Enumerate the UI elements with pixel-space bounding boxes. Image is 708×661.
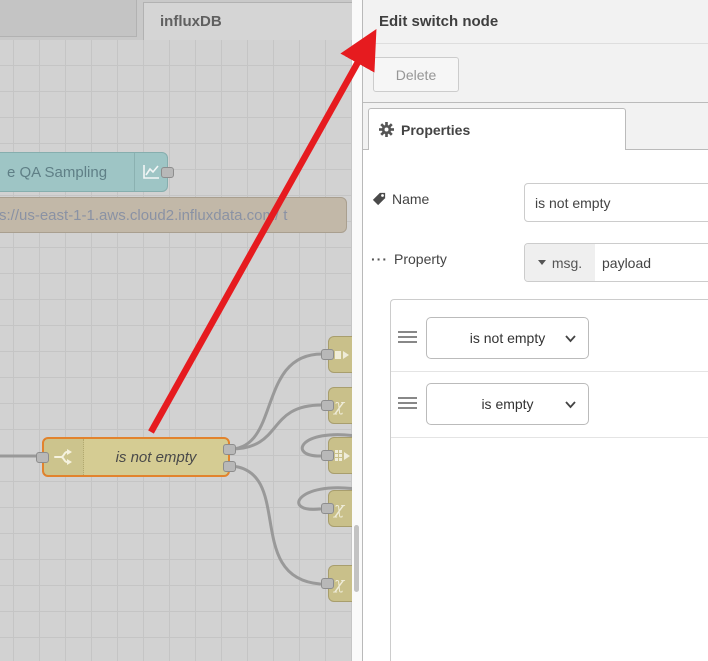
panel-tabbar: Properties <box>363 103 708 150</box>
panel-title: Edit switch node <box>379 13 499 30</box>
panel-content: Name is not empty ··· Property msg. payl… <box>363 150 708 661</box>
chi-icon: χ <box>334 395 345 416</box>
switch-node-output-port-2[interactable] <box>223 461 236 472</box>
chart-node-output-port[interactable] <box>161 167 174 178</box>
switch-node-selected[interactable]: is not empty <box>36 437 236 477</box>
switch-node-input-port[interactable] <box>36 452 49 463</box>
rule-list: is not empty is empty <box>390 299 708 661</box>
flow-canvas[interactable]: influxDB e QA Sampling s://us-east-1-1.a… <box>0 0 352 661</box>
batch-icon <box>335 449 350 461</box>
name-input[interactable]: is not empty <box>524 183 708 222</box>
chart-node-label: e QA Sampling <box>7 163 108 181</box>
rule-row-1: is not empty <box>391 300 708 372</box>
rule-1-operator-select[interactable]: is not empty <box>426 317 589 359</box>
clipped-node-2-port[interactable] <box>321 400 334 411</box>
tab-properties-label: Properties <box>401 121 471 138</box>
clipped-node-5[interactable]: χ <box>321 565 352 602</box>
clipped-node-4-port[interactable] <box>321 503 334 514</box>
http-node-label: s://us-east-1-1.aws.cloud2.influxdata.co… <box>0 206 288 224</box>
edit-node-panel: Edit switch node Delete Properties Name … <box>362 0 708 661</box>
ellipsis-icon: ··· <box>371 251 388 267</box>
chevron-down-icon <box>565 335 576 343</box>
wire-out1-node1 <box>230 352 324 451</box>
clipped-node-1-port[interactable] <box>321 349 334 360</box>
chart-node[interactable]: e QA Sampling <box>0 152 174 192</box>
drag-handle-icon[interactable] <box>398 397 417 409</box>
flow-wires <box>0 352 352 586</box>
name-field-label: Name <box>372 191 429 207</box>
clipped-node-2[interactable]: χ <box>321 387 352 424</box>
property-value-input[interactable]: payload <box>595 244 708 281</box>
tab-properties[interactable]: Properties <box>368 108 626 150</box>
clipped-node-5-port[interactable] <box>321 578 334 589</box>
canvas-scrollbar-thumb[interactable] <box>354 525 359 592</box>
canvas-scrollbar-track <box>352 0 362 661</box>
delete-button[interactable]: Delete <box>373 57 459 92</box>
clipped-node-3-port[interactable] <box>321 450 334 461</box>
tag-icon <box>372 192 386 206</box>
chevron-down-icon <box>565 401 576 409</box>
switch-icon <box>44 439 84 475</box>
wire-out2-node5 <box>230 464 322 586</box>
caret-down-icon <box>537 260 546 265</box>
chi-icon: χ <box>334 498 345 519</box>
rule-row-2: is empty <box>391 372 708 438</box>
property-field-label: ··· Property <box>371 251 447 267</box>
drag-handle-icon[interactable] <box>398 331 417 343</box>
panel-header: Edit switch node <box>363 0 708 44</box>
clipped-node-1[interactable] <box>321 336 352 373</box>
switch-node-label: is not empty <box>115 448 197 466</box>
switch-node-output-port-1[interactable] <box>223 444 236 455</box>
chi-icon: χ <box>334 573 345 594</box>
http-request-node[interactable]: s://us-east-1-1.aws.cloud2.influxdata.co… <box>0 197 347 233</box>
clipped-node-4[interactable]: χ <box>321 490 352 527</box>
property-input-group[interactable]: msg. payload <box>524 243 708 282</box>
clipped-node-3[interactable] <box>321 437 352 474</box>
gear-icon <box>379 122 394 137</box>
property-type-button[interactable]: msg. <box>525 244 595 281</box>
rule-2-operator-select[interactable]: is empty <box>426 383 589 425</box>
template-icon <box>335 350 349 359</box>
wire-out1-node2 <box>230 403 324 451</box>
panel-toolbar: Delete <box>363 44 708 103</box>
